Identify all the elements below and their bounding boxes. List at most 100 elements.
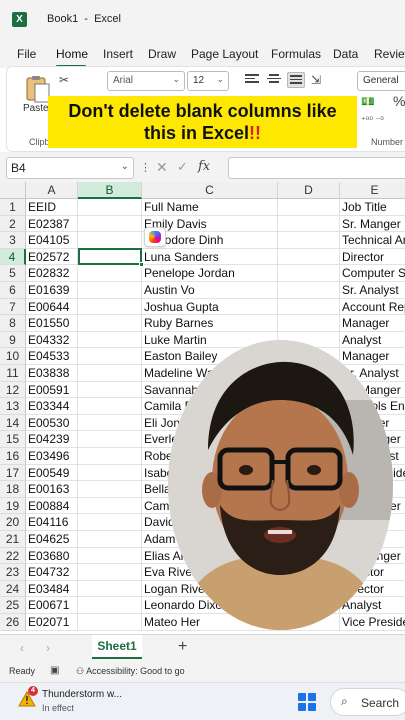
- weather-title[interactable]: Thunderstorm w...: [42, 689, 122, 700]
- align-middle-icon[interactable]: [265, 72, 283, 88]
- accessibility-status[interactable]: ⚇ Accessibility: Good to go: [76, 666, 185, 677]
- cell-b[interactable]: [78, 199, 142, 216]
- tab-draw[interactable]: Draw: [148, 47, 176, 61]
- cell-a[interactable]: E04332: [26, 331, 78, 349]
- cell-a[interactable]: E02071: [26, 614, 78, 631]
- paste-button-label[interactable]: Paste: [23, 103, 49, 114]
- taskbar-search[interactable]: ⌕ Search: [330, 688, 405, 716]
- cell-b[interactable]: [78, 431, 142, 448]
- cell-a[interactable]: E00644: [26, 298, 78, 316]
- column-header-a[interactable]: A: [26, 182, 78, 199]
- column-header-e[interactable]: E: [340, 182, 405, 199]
- tab-formulas[interactable]: Formulas: [271, 47, 321, 61]
- cell-a[interactable]: E02832: [26, 265, 78, 282]
- cell-a[interactable]: E03484: [26, 580, 78, 598]
- row-header[interactable]: 17: [0, 464, 26, 482]
- row-header[interactable]: 2: [0, 215, 26, 233]
- cell-c[interactable]: Luna Sanders: [142, 248, 278, 266]
- cell-a[interactable]: E00163: [26, 481, 78, 498]
- row-header[interactable]: 5: [0, 265, 26, 282]
- cell-a[interactable]: E01550: [26, 315, 78, 332]
- cell-d[interactable]: [278, 215, 340, 233]
- cell-d[interactable]: [278, 282, 340, 299]
- cell-b[interactable]: [78, 298, 142, 316]
- cell-b[interactable]: [78, 365, 142, 382]
- copilot-icon[interactable]: [144, 227, 166, 247]
- cell-a[interactable]: E00549: [26, 464, 78, 482]
- cell-b[interactable]: [78, 497, 142, 515]
- cell-a[interactable]: E03838: [26, 365, 78, 382]
- cell-a[interactable]: E04116: [26, 514, 78, 531]
- cell-a[interactable]: E00671: [26, 597, 78, 614]
- cell-b[interactable]: [78, 315, 142, 332]
- more-options-icon[interactable]: ⋮: [140, 161, 151, 174]
- cell-a[interactable]: E00530: [26, 414, 78, 432]
- cell-c[interactable]: Austin Vo: [142, 282, 278, 299]
- row-header[interactable]: 1: [0, 199, 26, 216]
- windows-start-icon[interactable]: [298, 693, 316, 711]
- cell-b[interactable]: [78, 215, 142, 233]
- row-header[interactable]: 7: [0, 298, 26, 316]
- cell-b[interactable]: [78, 331, 142, 349]
- cell-b[interactable]: [78, 448, 142, 465]
- cell-c[interactable]: Full Name: [142, 199, 278, 216]
- column-header-b[interactable]: B: [78, 182, 142, 199]
- add-sheet-button[interactable]: +: [178, 638, 187, 656]
- cell-b[interactable]: [78, 580, 142, 598]
- cell-a[interactable]: E03680: [26, 547, 78, 565]
- cell-a[interactable]: E02387: [26, 215, 78, 233]
- cell-e[interactable]: Director: [340, 249, 405, 266]
- cell-b[interactable]: [78, 398, 142, 415]
- cell-a[interactable]: E04105: [26, 232, 78, 249]
- cell-e[interactable]: Computer Systems Manager: [340, 265, 405, 282]
- cell-b[interactable]: [78, 414, 142, 432]
- chevron-left-icon[interactable]: ‹: [20, 641, 24, 655]
- percent-style-button[interactable]: %: [393, 93, 405, 109]
- select-all-corner[interactable]: [0, 182, 26, 199]
- row-header[interactable]: 12: [0, 381, 26, 399]
- cell-b[interactable]: [78, 531, 142, 548]
- cell-a[interactable]: E04732: [26, 564, 78, 581]
- cell-a[interactable]: E03344: [26, 398, 78, 415]
- cell-d[interactable]: [278, 265, 340, 282]
- cell-a[interactable]: EEID: [26, 199, 78, 216]
- column-header-d[interactable]: D: [278, 182, 340, 199]
- cell-b[interactable]: [78, 481, 142, 498]
- formula-input[interactable]: [228, 157, 405, 179]
- cell-e[interactable]: Vice President: [340, 614, 405, 631]
- row-header[interactable]: 18: [0, 481, 26, 498]
- cell-b[interactable]: [78, 282, 142, 299]
- cell-b[interactable]: [78, 547, 142, 565]
- cell-d[interactable]: [278, 248, 340, 266]
- fill-handle[interactable]: [139, 262, 144, 267]
- row-header[interactable]: 16: [0, 448, 26, 465]
- font-size-select[interactable]: 12 ⌄: [187, 71, 229, 91]
- sheet-tab-sheet1[interactable]: Sheet1: [92, 635, 142, 659]
- cell-e[interactable]: Analyst: [340, 597, 405, 614]
- cell-d[interactable]: [278, 315, 340, 332]
- cell-b[interactable]: [78, 464, 142, 482]
- row-header[interactable]: 13: [0, 398, 26, 415]
- cell-d[interactable]: [278, 232, 340, 249]
- cell-b[interactable]: [78, 381, 142, 399]
- row-header[interactable]: 15: [0, 431, 26, 448]
- cell-a[interactable]: E03496: [26, 448, 78, 465]
- confirm-entry-icon[interactable]: ✓: [177, 159, 188, 175]
- row-header[interactable]: 8: [0, 315, 26, 332]
- cell-e[interactable]: Sr. Analyst: [340, 282, 405, 299]
- tab-data[interactable]: Data: [333, 47, 358, 61]
- row-header[interactable]: 23: [0, 564, 26, 581]
- cell-e[interactable]: Manager: [340, 315, 405, 332]
- row-header[interactable]: 25: [0, 597, 26, 614]
- row-header[interactable]: 6: [0, 282, 26, 299]
- align-bottom-icon[interactable]: [287, 72, 305, 88]
- chevron-right-icon[interactable]: ›: [46, 641, 50, 655]
- decimal-adjust-icon[interactable]: ⁺⁰⁰ ⁻⁰: [361, 115, 384, 126]
- cell-b[interactable]: [78, 564, 142, 581]
- cell-a[interactable]: E01639: [26, 282, 78, 299]
- tab-insert[interactable]: Insert: [103, 47, 133, 61]
- cut-icon[interactable]: ✂: [59, 73, 69, 87]
- column-header-c[interactable]: C: [142, 182, 278, 199]
- row-header[interactable]: 22: [0, 547, 26, 565]
- currency-format-icon[interactable]: 💵: [361, 95, 375, 108]
